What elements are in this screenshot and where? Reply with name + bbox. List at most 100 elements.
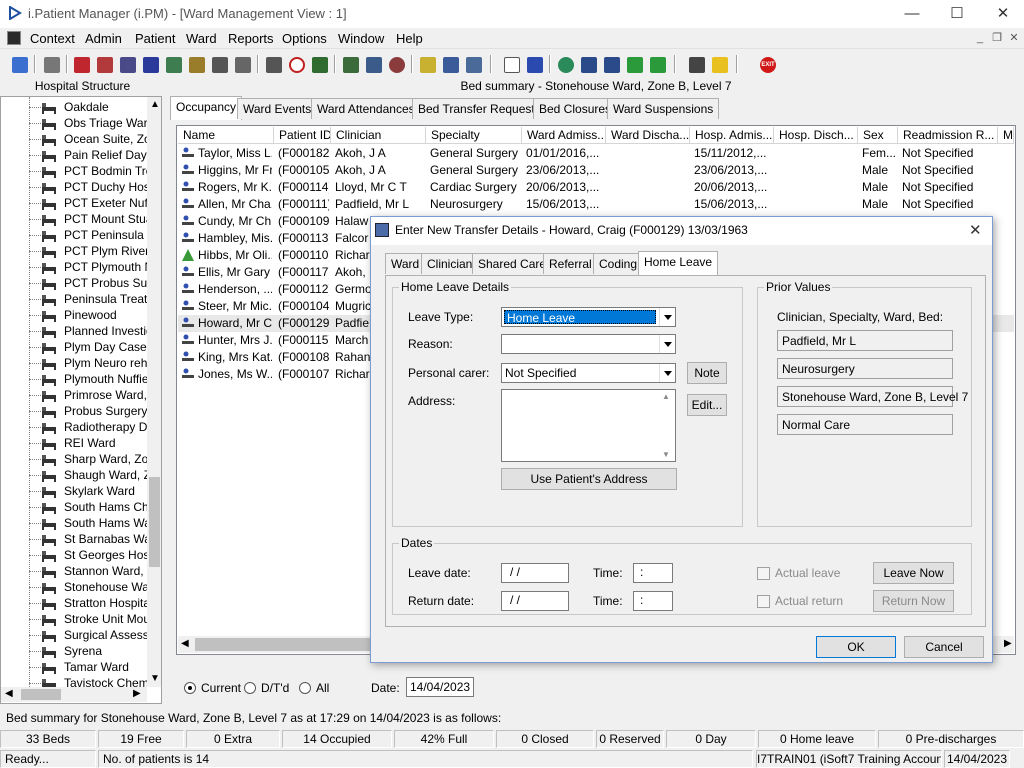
chevron-down-icon[interactable] (659, 335, 675, 353)
tab-clinician[interactable]: Clinician (421, 253, 479, 274)
tree-item[interactable]: Ocean Suite, Zor (1, 131, 151, 147)
edit-address-button[interactable]: Edit... (687, 394, 727, 416)
folder-icon[interactable] (262, 53, 284, 75)
date-input[interactable]: 14/04/2023 (406, 677, 474, 697)
record-icon[interactable] (116, 53, 138, 75)
mdi-restore-button[interactable]: ❐ (990, 31, 1004, 45)
tree-item[interactable]: Plym Neuro rehab (1, 355, 151, 371)
tab-ward[interactable]: Ward (385, 253, 426, 274)
scroll-left-icon[interactable]: ◀ (181, 638, 189, 649)
scroll-thumb[interactable] (195, 638, 375, 651)
tree-item[interactable]: St Barnabas Wa (1, 531, 151, 547)
tree-item[interactable]: Radiotherapy Day (1, 419, 151, 435)
column-header[interactable]: Ward Discha... (606, 127, 690, 144)
tree-item[interactable]: Tamar Ward (1, 659, 151, 675)
scroll-down-icon[interactable]: ▼ (150, 673, 160, 684)
scroll-thumb[interactable] (149, 477, 160, 567)
tree-item[interactable]: Stonehouse Ware (1, 579, 151, 595)
warning-icon[interactable] (708, 53, 730, 75)
tree-item[interactable]: Stratton Hospital (1, 595, 151, 611)
tree-item[interactable]: PCT Duchy Hosp (1, 179, 151, 195)
swap-icon[interactable] (685, 53, 707, 75)
address-textarea[interactable]: ▲ ▼ (501, 389, 676, 462)
tree-item[interactable]: PCT Plymouth Nu (1, 259, 151, 275)
close-button[interactable]: ✕ (988, 4, 1018, 24)
clock-icon[interactable] (285, 53, 307, 75)
discharge-icon[interactable] (462, 53, 484, 75)
column-header[interactable]: Name (178, 127, 274, 144)
tree-item[interactable]: Plym Day Case U (1, 339, 151, 355)
tree-vertical-scrollbar[interactable]: ▲ ▼ (147, 97, 161, 687)
ok-button[interactable]: OK (816, 636, 896, 658)
mdi-close-button[interactable]: ✕ (1007, 31, 1021, 45)
tree-item[interactable]: Probus Surgery V (1, 403, 151, 419)
scroll-up-icon[interactable]: ▲ (150, 99, 160, 110)
radio-dtd[interactable] (244, 682, 256, 694)
dialog-close-icon[interactable]: ✕ (969, 221, 982, 239)
scroll-left-icon[interactable]: ◀ (5, 688, 13, 699)
mdi-minimize-button[interactable]: _ (973, 31, 987, 45)
tree-item[interactable]: South Hams Cher (1, 499, 151, 515)
tree-item[interactable]: REI Ward (1, 435, 151, 451)
radio-current[interactable] (184, 682, 196, 694)
tree-item[interactable]: PCT Peninsula Tr (1, 227, 151, 243)
tree-item[interactable]: St Georges Hosp (1, 547, 151, 563)
column-header[interactable]: Specialty (426, 127, 522, 144)
tree-item[interactable]: Obs Triage Ward (1, 115, 151, 131)
column-header[interactable]: Hosp. Disch... (774, 127, 858, 144)
tab-ward-suspensions[interactable]: Ward Suspensions (607, 98, 720, 119)
document-icon[interactable] (500, 53, 522, 75)
table-row[interactable]: Higgins, Mr Fr... (F000105) Akoh, J A Gener… (178, 162, 1014, 179)
tab-bed-closures[interactable]: Bed Closures (533, 98, 618, 119)
letter-m-icon[interactable] (139, 53, 161, 75)
column-header[interactable]: Hosp. Admis... (690, 127, 774, 144)
tree-item[interactable]: Oakdale (1, 99, 151, 115)
tree-item[interactable]: Plymouth Nuffield (1, 371, 151, 387)
tree-item[interactable]: Skylark Ward (1, 483, 151, 499)
tree-item[interactable]: Peninsula Treatm (1, 291, 151, 307)
tab-shared-care[interactable]: Shared Care (472, 253, 553, 274)
leave-time-input[interactable]: : (633, 563, 673, 583)
tree-item[interactable]: PCT Plym River F (1, 243, 151, 259)
column-header[interactable]: M (998, 127, 1014, 144)
tab-home-leave[interactable]: Home Leave (638, 251, 719, 275)
scroll-right-icon[interactable]: ▶ (1004, 638, 1012, 649)
menu-reports[interactable]: Reports (228, 31, 274, 46)
leave-type-select[interactable]: Home Leave (501, 307, 676, 327)
admit-icon[interactable] (93, 53, 115, 75)
scroll-up-icon[interactable]: ▲ (662, 392, 670, 401)
tab-coding[interactable]: Coding (593, 253, 644, 274)
chevron-down-icon[interactable] (659, 364, 675, 382)
tree-item[interactable]: Stroke Unit Mour (1, 611, 151, 627)
tab-ward-attendances[interactable]: Ward Attendances (311, 98, 421, 119)
tab-bed-transfer-requests[interactable]: Bed Transfer Requests (412, 98, 547, 119)
chart-icon[interactable] (523, 53, 545, 75)
checklist-icon[interactable] (577, 53, 599, 75)
column-header[interactable]: Readmission R... (898, 127, 998, 144)
notes-icon[interactable] (185, 53, 207, 75)
tree-item[interactable]: Surgical Assessm (1, 627, 151, 643)
actual-leave-checkbox[interactable] (757, 567, 770, 580)
green-arrow-icon[interactable] (623, 53, 645, 75)
menu-context[interactable]: Context (30, 31, 75, 46)
tree-item[interactable]: PCT Probus Surg (1, 275, 151, 291)
menu-window[interactable]: Window (338, 31, 384, 46)
scroll-thumb[interactable] (21, 689, 61, 700)
return-date-input[interactable]: / / (501, 591, 569, 611)
green-return-icon[interactable] (646, 53, 668, 75)
menu-options[interactable]: Options (282, 31, 327, 46)
menu-help[interactable]: Help (396, 31, 423, 46)
tree-item[interactable]: Stannon Ward, Z (1, 563, 151, 579)
minimize-button[interactable]: — (897, 4, 927, 24)
leave-now-button[interactable]: Leave Now (873, 562, 954, 584)
scroll-right-icon[interactable]: ▶ (133, 688, 141, 699)
transfer-icon[interactable] (208, 53, 230, 75)
tick-list-icon[interactable] (600, 53, 622, 75)
tree-item[interactable]: South Hams War (1, 515, 151, 531)
menu-ward[interactable]: Ward (186, 31, 217, 46)
tree-item[interactable]: Pain Relief Day C (1, 147, 151, 163)
chevron-down-icon[interactable] (659, 308, 675, 326)
list-icon[interactable] (416, 53, 438, 75)
use-patient-address-button[interactable]: Use Patient's Address (501, 468, 677, 490)
ward-icon[interactable] (339, 53, 361, 75)
